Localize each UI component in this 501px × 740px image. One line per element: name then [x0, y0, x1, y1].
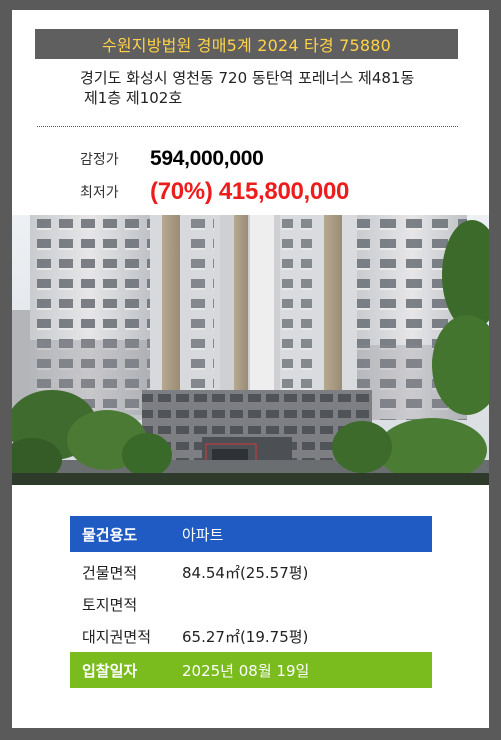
- appraisal-value: 594,000,000: [150, 147, 264, 170]
- bid-date-label: 입찰일자: [82, 661, 138, 680]
- auction-card: 수원지방법원 경매5계 2024 타경 75880 경기도 화성시 영천동 72…: [12, 10, 489, 728]
- land-right-area-label: 대지권면적: [82, 627, 152, 646]
- property-info-table: 물건용도 아파트 건물면적 84.54㎡(25.57평) 토지면적 대지권면적 …: [70, 516, 432, 688]
- address-line-1: 경기도 화성시 영천동 720 동탄역 포레너스 제481동: [80, 69, 415, 87]
- minimum-price-row: 최저가 (70%) 415,800,000: [80, 178, 349, 206]
- court-case-header: 수원지방법원 경매5계 2024 타경 75880: [35, 29, 458, 59]
- info-row-land-area: 토지면적: [70, 588, 432, 620]
- appraisal-price-row: 감정가 594,000,000: [80, 147, 264, 171]
- info-row-building-area: 건물면적 84.54㎡(25.57평): [70, 556, 432, 588]
- property-address: 경기도 화성시 영천동 720 동탄역 포레너스 제481동 제1층 제102호: [80, 68, 475, 108]
- building-area-label: 건물면적: [82, 563, 138, 582]
- appraisal-label: 감정가: [80, 152, 119, 168]
- land-area-label: 토지면적: [82, 595, 138, 614]
- info-row-bid-date: 입찰일자 2025년 08월 19일: [70, 652, 432, 688]
- apartment-building-photo: [12, 215, 489, 485]
- dotted-divider: [37, 126, 458, 127]
- minimum-label: 최저가: [80, 185, 119, 201]
- land-right-area-value: 65.27㎡(19.75평): [182, 627, 309, 646]
- usage-label: 물건용도: [82, 525, 138, 544]
- property-photo: [12, 215, 489, 485]
- minimum-value: (70%) 415,800,000: [150, 178, 350, 205]
- bid-date-value: 2025년 08월 19일: [182, 661, 310, 680]
- info-row-usage: 물건용도 아파트: [70, 516, 432, 552]
- address-line-2: 제1층 제102호: [84, 89, 183, 107]
- usage-value: 아파트: [182, 525, 224, 544]
- building-area-value: 84.54㎡(25.57평): [182, 563, 309, 582]
- info-row-land-right-area: 대지권면적 65.27㎡(19.75평): [70, 620, 432, 652]
- court-case-text: 수원지방법원 경매5계 2024 타경 75880: [101, 36, 392, 55]
